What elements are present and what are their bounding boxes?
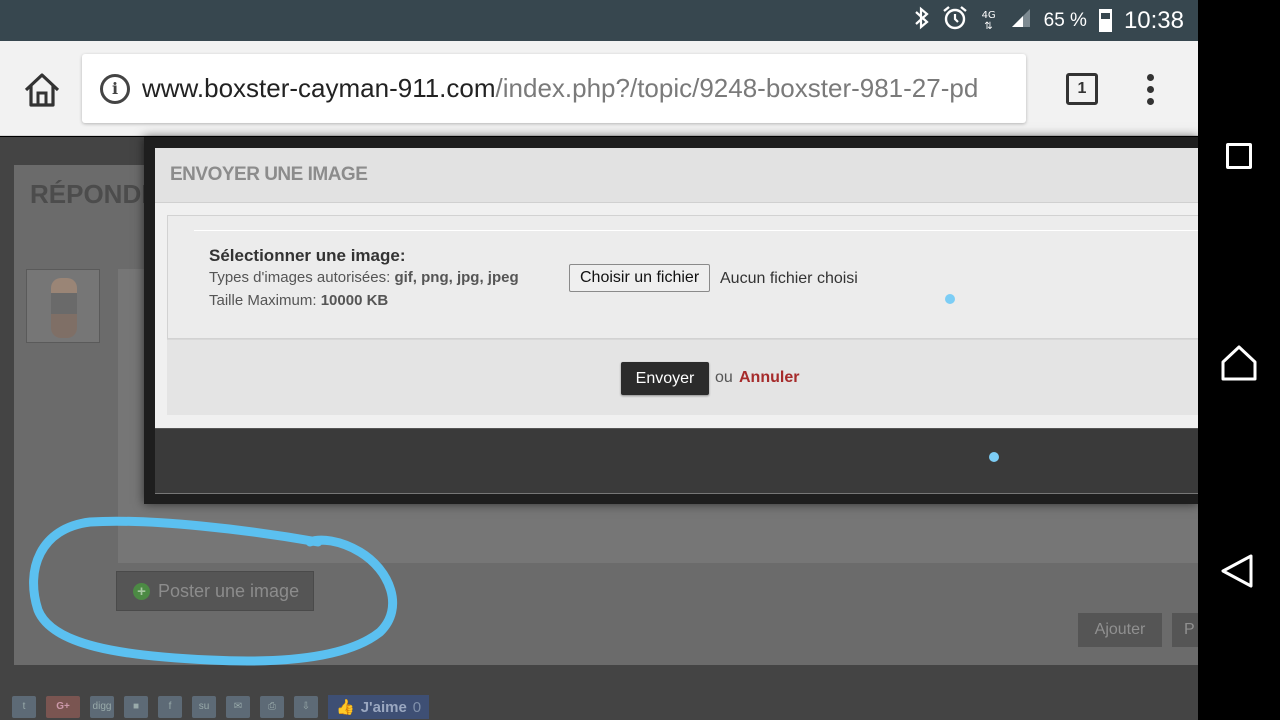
allowed-types: Types d'images autorisées: gif, png, jpg… (209, 269, 519, 286)
address-bar[interactable]: i www.boxster-cayman-911.com/index.php?/… (82, 54, 1026, 123)
thumbs-up-icon: 👍 (336, 699, 355, 716)
tab-switcher-button[interactable]: 1 (1066, 73, 1098, 105)
choose-file-button[interactable]: Choisir un fichier (569, 264, 711, 292)
network-type-label: 4G (981, 9, 996, 21)
nav-home-icon[interactable] (1220, 344, 1258, 382)
back-icon[interactable] (1220, 553, 1254, 589)
battery-percent: 65 % (1043, 9, 1087, 31)
modal-title: ENVOYER UNE IMAGE (170, 164, 368, 185)
network-type-indicator: 4G ⇅ (980, 10, 998, 32)
post-image-button[interactable]: + Poster une image (116, 571, 314, 611)
modal-footer: Envoyer ou Annuler (167, 339, 1198, 415)
alarm-icon (942, 5, 968, 36)
allowed-types-value: gif, png, jpg, jpeg (394, 269, 519, 286)
overflow-menu-icon[interactable] (1140, 71, 1160, 107)
signal-icon (1010, 7, 1032, 34)
url-domain: www.boxster-cayman-911.com (142, 73, 496, 103)
url-path: /index.php?/topic/9248-boxster-981-27-pd (495, 73, 979, 103)
secondary-action-button[interactable]: P (1172, 613, 1198, 647)
url-text[interactable]: www.boxster-cayman-911.com/index.php?/to… (142, 73, 978, 104)
like-label: J'aime (360, 698, 407, 716)
print-icon[interactable]: ⎙ (260, 696, 284, 718)
upload-image-modal: ENVOYER UNE IMAGE Sélectionner une image… (144, 137, 1198, 504)
modal-body: Sélectionner une image: Types d'images a… (167, 215, 1198, 339)
home-icon (24, 73, 60, 107)
facebook-icon[interactable]: f (158, 696, 182, 718)
max-size-prefix: Taille Maximum: (209, 292, 317, 309)
android-nav-bar (1198, 0, 1280, 720)
allowed-types-prefix: Types d'images autorisées: (209, 269, 391, 286)
post-image-label: Poster une image (158, 580, 300, 601)
like-count: 0 (412, 698, 422, 716)
modal-header: ENVOYER UNE IMAGE (155, 148, 1198, 203)
cancel-link[interactable]: Annuler (739, 369, 799, 387)
recent-apps-icon[interactable] (1226, 143, 1252, 169)
browser-toolbar: i www.boxster-cayman-911.com/index.php?/… (0, 41, 1198, 136)
like-button[interactable]: 👍 J'aime 0 (328, 695, 430, 719)
email-icon[interactable]: ✉ (226, 696, 250, 718)
avatar (26, 269, 100, 343)
modal-bottom-strip (155, 428, 1198, 494)
max-size: Taille Maximum: 10000 KB (209, 292, 388, 309)
share-bar: t G+ digg ■ f su ✉ ⎙ ⇩ 👍 J'aime 0 (12, 695, 430, 719)
annotation-dot (945, 294, 955, 304)
file-status-text: Aucun fichier choisi (720, 270, 858, 287)
info-icon[interactable]: i (100, 73, 130, 104)
annotation-dot (989, 452, 999, 462)
bluetooth-icon (914, 6, 930, 36)
battery-icon (1098, 9, 1112, 32)
delicious-icon[interactable]: ■ (124, 696, 148, 718)
stumbleupon-icon[interactable]: su (192, 696, 216, 718)
digg-icon[interactable]: digg (90, 696, 114, 718)
field-label: Sélectionner une image: (209, 246, 406, 265)
home-button[interactable] (22, 71, 62, 109)
google-plus-icon[interactable]: G+ (46, 696, 80, 718)
download-icon[interactable]: ⇩ (294, 696, 318, 718)
submit-button[interactable]: Envoyer (621, 362, 709, 395)
data-arrows-icon: ⇅ (984, 20, 993, 32)
add-button[interactable]: Ajouter (1078, 613, 1162, 647)
max-size-value: 10000 KB (320, 292, 389, 309)
clock: 10:38 (1123, 6, 1184, 34)
plus-icon: + (133, 582, 150, 600)
twitter-icon[interactable]: t (12, 696, 36, 718)
or-text: ou (715, 369, 733, 386)
status-bar: 4G ⇅ 65 % 10:38 (0, 0, 1198, 41)
